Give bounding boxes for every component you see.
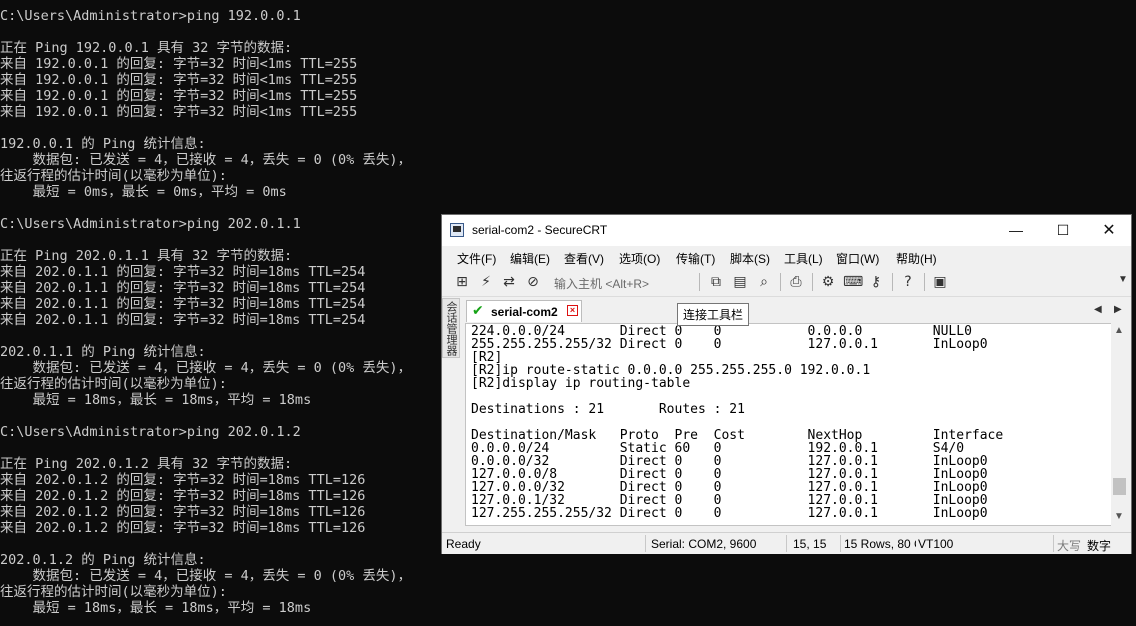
menu-tools[interactable]: 工具(L) xyxy=(784,250,823,267)
cmd-line: 往返行程的估计时间(以毫秒为单位): xyxy=(0,168,227,184)
terminal-output[interactable]: 224.0.0.0/24 Direct 0 0 0.0.0.0 NULL0 255… xyxy=(465,323,1115,526)
disconnect-icon[interactable]: ⊘ xyxy=(524,273,542,291)
print-icon[interactable]: ⎙ xyxy=(787,273,805,291)
key-icon[interactable]: ⚷ xyxy=(867,273,885,291)
status-size: 15 Rows, 80 Cols xyxy=(844,537,916,551)
cmd-line: 来自 192.0.0.1 的回复: 字节=32 时间<1ms TTL=255 xyxy=(0,56,358,72)
menu-window[interactable]: 窗口(W) xyxy=(836,250,879,267)
cmd-line: 来自 192.0.0.1 的回复: 字节=32 时间<1ms TTL=255 xyxy=(0,72,358,88)
securecrt-app-icon xyxy=(450,223,464,237)
cmd-line: 正在 Ping 202.0.1.2 具有 32 字节的数据: xyxy=(0,456,293,472)
terminal-line: [R2]display ip routing-table xyxy=(471,376,691,391)
status-divider xyxy=(1053,535,1054,552)
help-icon[interactable]: ? xyxy=(899,273,917,291)
toolbar-separator xyxy=(892,273,893,291)
chevron-left-icon[interactable]: ◀ xyxy=(1094,304,1102,315)
cmd-line: C:\Users\Administrator>ping 202.0.1.2 xyxy=(0,424,301,440)
cmd-line: 来自 202.0.1.2 的回复: 字节=32 时间=18ms TTL=126 xyxy=(0,472,366,488)
toolbar: ⊞ ⚡ ⇄ ⊘ 输入主机 <Alt+R> ⧉ ▤ ⌕ ⎙ ⚙ ⌨ ⚷ ? ▣ ▼ xyxy=(442,268,1131,297)
cmd-line: 最短 = 18ms，最长 = 18ms，平均 = 18ms xyxy=(0,392,312,408)
connected-check-icon: ✔ xyxy=(472,303,484,319)
quick-connect-icon[interactable]: ⚡ xyxy=(477,273,495,291)
menu-bar: 文件(F) 编辑(E) 查看(V) 选项(O) 传输(T) 脚本(S) 工具(L… xyxy=(442,246,1131,268)
scroll-down-icon[interactable]: ▼ xyxy=(1114,511,1124,522)
maximize-button[interactable]: ☐ xyxy=(1040,215,1086,246)
minimize-button[interactable]: — xyxy=(993,215,1039,246)
status-emulation: VT100 xyxy=(918,537,954,551)
cmd-line: 最短 = 18ms，最长 = 18ms，平均 = 18ms xyxy=(0,600,312,616)
cmd-line: 来自 202.0.1.2 的回复: 字节=32 时间=18ms TTL=126 xyxy=(0,488,366,504)
status-caps: 大写 xyxy=(1057,539,1082,553)
terminal-line: 255.255.255.255/32 Direct 0 0 127.0.0.1 … xyxy=(471,337,988,352)
cmd-line: 来自 192.0.0.1 的回复: 字节=32 时间<1ms TTL=255 xyxy=(0,88,358,104)
settings-icon[interactable]: ⚙ xyxy=(819,273,837,291)
session-tab-label: serial-com2 xyxy=(491,305,558,319)
cmd-line: C:\Users\Administrator>ping 192.0.0.1 xyxy=(0,8,301,24)
menu-help[interactable]: 帮助(H) xyxy=(896,250,937,267)
terminal-line: 127.255.255.255/32 Direct 0 0 127.0.0.1 … xyxy=(471,506,988,521)
cmd-line: 192.0.0.1 的 Ping 统计信息: xyxy=(0,136,206,152)
session-tab[interactable]: ✔ serial-com2 × xyxy=(466,300,582,322)
quick-connect-input[interactable]: 输入主机 <Alt+R> xyxy=(554,275,649,292)
status-divider xyxy=(645,535,646,552)
cmd-line: C:\Users\Administrator>ping 202.0.1.1 xyxy=(0,216,301,232)
cmd-line: 数据包: 已发送 = 4，已接收 = 4，丢失 = 0 (0% 丢失)， xyxy=(0,360,412,376)
menu-view[interactable]: 查看(V) xyxy=(564,250,604,267)
close-tab-icon[interactable]: × xyxy=(567,305,578,316)
status-cursor: 15, 15 xyxy=(793,537,827,551)
menu-options[interactable]: 选项(O) xyxy=(619,250,660,267)
scroll-up-icon[interactable]: ▲ xyxy=(1114,325,1124,336)
toolbar-separator xyxy=(812,273,813,291)
cmd-line: 来自 202.0.1.1 的回复: 字节=32 时间=18ms TTL=254 xyxy=(0,280,366,296)
status-divider xyxy=(786,535,787,552)
toolbar-separator xyxy=(699,273,700,291)
cmd-line: 往返行程的估计时间(以毫秒为单位): xyxy=(0,584,227,600)
menu-script[interactable]: 脚本(S) xyxy=(730,250,770,267)
chevron-down-icon[interactable]: ▼ xyxy=(1118,274,1128,285)
cmd-line: 正在 Ping 192.0.0.1 具有 32 字节的数据: xyxy=(0,40,293,56)
menu-edit[interactable]: 编辑(E) xyxy=(510,250,550,267)
cmd-line: 数据包: 已发送 = 4，已接收 = 4，丢失 = 0 (0% 丢失)， xyxy=(0,152,412,168)
reconnect-icon[interactable]: ⇄ xyxy=(500,273,518,291)
find-icon[interactable]: ⌕ xyxy=(755,273,773,291)
cmd-line: 202.0.1.2 的 Ping 统计信息: xyxy=(0,552,206,568)
cmd-line: 来自 202.0.1.2 的回复: 字节=32 时间=18ms TTL=126 xyxy=(0,504,366,520)
cmd-line: 数据包: 已发送 = 4，已接收 = 4，丢失 = 0 (0% 丢失)， xyxy=(0,568,412,584)
copy-icon[interactable]: ⧉ xyxy=(707,273,725,291)
cmd-line: 最短 = 0ms，最长 = 0ms，平均 = 0ms xyxy=(0,184,287,200)
sftp-icon[interactable]: ▣ xyxy=(931,273,949,291)
close-button[interactable]: ✕ xyxy=(1086,215,1132,246)
cmd-line: 来自 202.0.1.1 的回复: 字节=32 时间=18ms TTL=254 xyxy=(0,312,366,328)
terminal-scrollbar[interactable]: ▲ ▼ xyxy=(1111,323,1128,526)
paste-icon[interactable]: ▤ xyxy=(731,273,749,291)
cmd-line: 来自 202.0.1.1 的回复: 字节=32 时间=18ms TTL=254 xyxy=(0,296,366,312)
status-ready: Ready xyxy=(446,537,481,551)
cmd-line: 正在 Ping 202.0.1.1 具有 32 字节的数据: xyxy=(0,248,293,264)
toolbar-separator xyxy=(924,273,925,291)
menu-transfer[interactable]: 传输(T) xyxy=(676,250,715,267)
scrollbar-thumb[interactable] xyxy=(1113,478,1126,495)
menu-file[interactable]: 文件(F) xyxy=(457,250,496,267)
chevron-right-icon[interactable]: ▶ xyxy=(1114,304,1122,315)
securecrt-window[interactable]: serial-com2 - SecureCRT — ☐ ✕ 文件(F) 编辑(E… xyxy=(441,214,1132,554)
title-bar[interactable]: serial-com2 - SecureCRT — ☐ ✕ xyxy=(442,215,1131,246)
status-connection: Serial: COM2, 9600 xyxy=(651,537,757,551)
connect-icon[interactable]: ⊞ xyxy=(453,273,471,291)
session-tab-bar: ✔ serial-com2 × xyxy=(461,297,1131,323)
cmd-line: 往返行程的估计时间(以毫秒为单位): xyxy=(0,376,227,392)
status-bar: Ready Serial: COM2, 9600 15, 15 15 Rows,… xyxy=(442,532,1131,554)
cmd-line: 来自 202.0.1.1 的回复: 字节=32 时间=18ms TTL=254 xyxy=(0,264,366,280)
terminal-line: Destinations : 21 Routes : 21 xyxy=(471,402,745,417)
session-manager-tab[interactable]: 会话管理器 xyxy=(442,298,460,358)
keymap-icon[interactable]: ⌨ xyxy=(843,273,863,291)
terminal-lines: 224.0.0.0/24 Direct 0 0 0.0.0.0 NULL0 255… xyxy=(471,325,1003,520)
toolbar-tooltip: 连接工具栏 xyxy=(677,303,750,326)
status-num: 数字 xyxy=(1087,539,1112,553)
cmd-line: 来自 192.0.0.1 的回复: 字节=32 时间<1ms TTL=255 xyxy=(0,104,358,120)
status-divider xyxy=(840,535,841,552)
window-title: serial-com2 - SecureCRT xyxy=(472,223,608,237)
cmd-line: 来自 202.0.1.2 的回复: 字节=32 时间=18ms TTL=126 xyxy=(0,520,366,536)
toolbar-separator xyxy=(780,273,781,291)
cmd-line: 202.0.1.1 的 Ping 统计信息: xyxy=(0,344,206,360)
